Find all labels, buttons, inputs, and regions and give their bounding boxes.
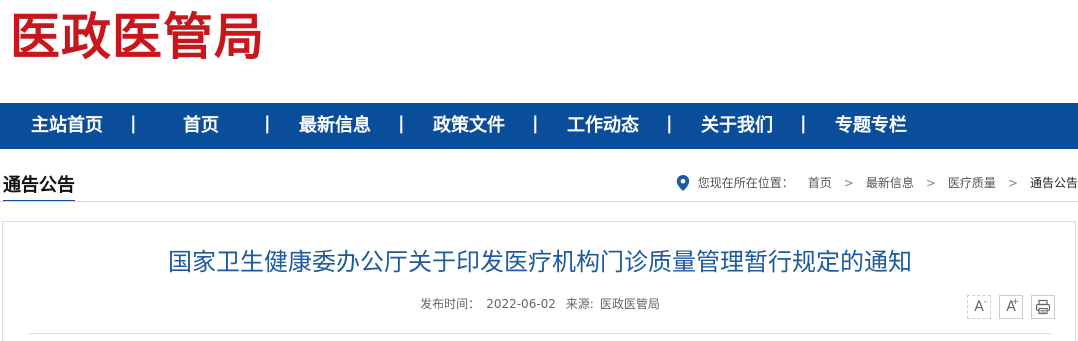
- minus-mark: -: [983, 297, 987, 307]
- publish-date: 2022-06-02: [486, 297, 556, 311]
- nav-item-main-home[interactable]: 主站首页: [0, 103, 134, 149]
- nav-item-about-us[interactable]: 关于我们: [670, 103, 804, 149]
- breadcrumb-current[interactable]: 通告公告: [1030, 174, 1078, 191]
- breadcrumb: 您现在所在位置： 首页 > 最新信息 > 医疗质量 > 通告公告: [676, 174, 1078, 191]
- section-title: 通告公告: [3, 175, 75, 202]
- main-nav: 主站首页 | 首页 | 最新信息 | 政策文件 | 工作动态 | 关于我们 | …: [0, 103, 1078, 149]
- breadcrumb-medical-quality[interactable]: 医疗质量: [948, 174, 996, 191]
- section-divider: [0, 201, 1078, 202]
- site-logo[interactable]: 医政医管局: [10, 7, 265, 67]
- nav-item-home[interactable]: 首页: [134, 103, 268, 149]
- article-tools: A- A +: [967, 295, 1055, 319]
- breadcrumb-separator: >: [843, 175, 854, 190]
- location-pin-icon: [676, 174, 689, 191]
- nav-item-policy-documents[interactable]: 政策文件: [402, 103, 536, 149]
- print-button[interactable]: [1031, 295, 1055, 319]
- breadcrumb-latest-news[interactable]: 最新信息: [866, 174, 914, 191]
- font-decrease-button[interactable]: A-: [967, 295, 991, 319]
- publish-label: 发布时间：: [420, 297, 481, 311]
- nav-item-work-updates[interactable]: 工作动态: [536, 103, 670, 149]
- plus-mark: +: [1011, 297, 1019, 307]
- printer-icon: [1035, 299, 1051, 315]
- source-label: 来源:: [565, 297, 594, 311]
- breadcrumb-home[interactable]: 首页: [808, 174, 832, 191]
- section-header: 通告公告 您现在所在位置： 首页 > 最新信息 > 医疗质量 > 通告公告: [0, 149, 1078, 205]
- breadcrumb-separator: >: [925, 175, 936, 190]
- font-decrease-icon: A: [974, 299, 984, 315]
- nav-item-special-topics[interactable]: 专题专栏: [804, 103, 938, 149]
- source-value: 医政医管局: [599, 297, 660, 311]
- nav-item-latest-news[interactable]: 最新信息: [268, 103, 402, 149]
- article-meta: 发布时间： 2022-06-02 来源: 医政医管局: [3, 295, 1077, 312]
- breadcrumb-separator: >: [1007, 175, 1018, 190]
- font-increase-button[interactable]: A +: [999, 295, 1023, 319]
- site-header: 医政医管局: [0, 0, 1078, 103]
- article-title: 国家卫生健康委办公厅关于印发医疗机构门诊质量管理暂行规定的通知: [168, 248, 912, 276]
- article-panel: 国家卫生健康委办公厅关于印发医疗机构门诊质量管理暂行规定的通知 发布时间： 202…: [2, 221, 1076, 341]
- breadcrumb-prefix: 您现在所在位置：: [697, 176, 794, 190]
